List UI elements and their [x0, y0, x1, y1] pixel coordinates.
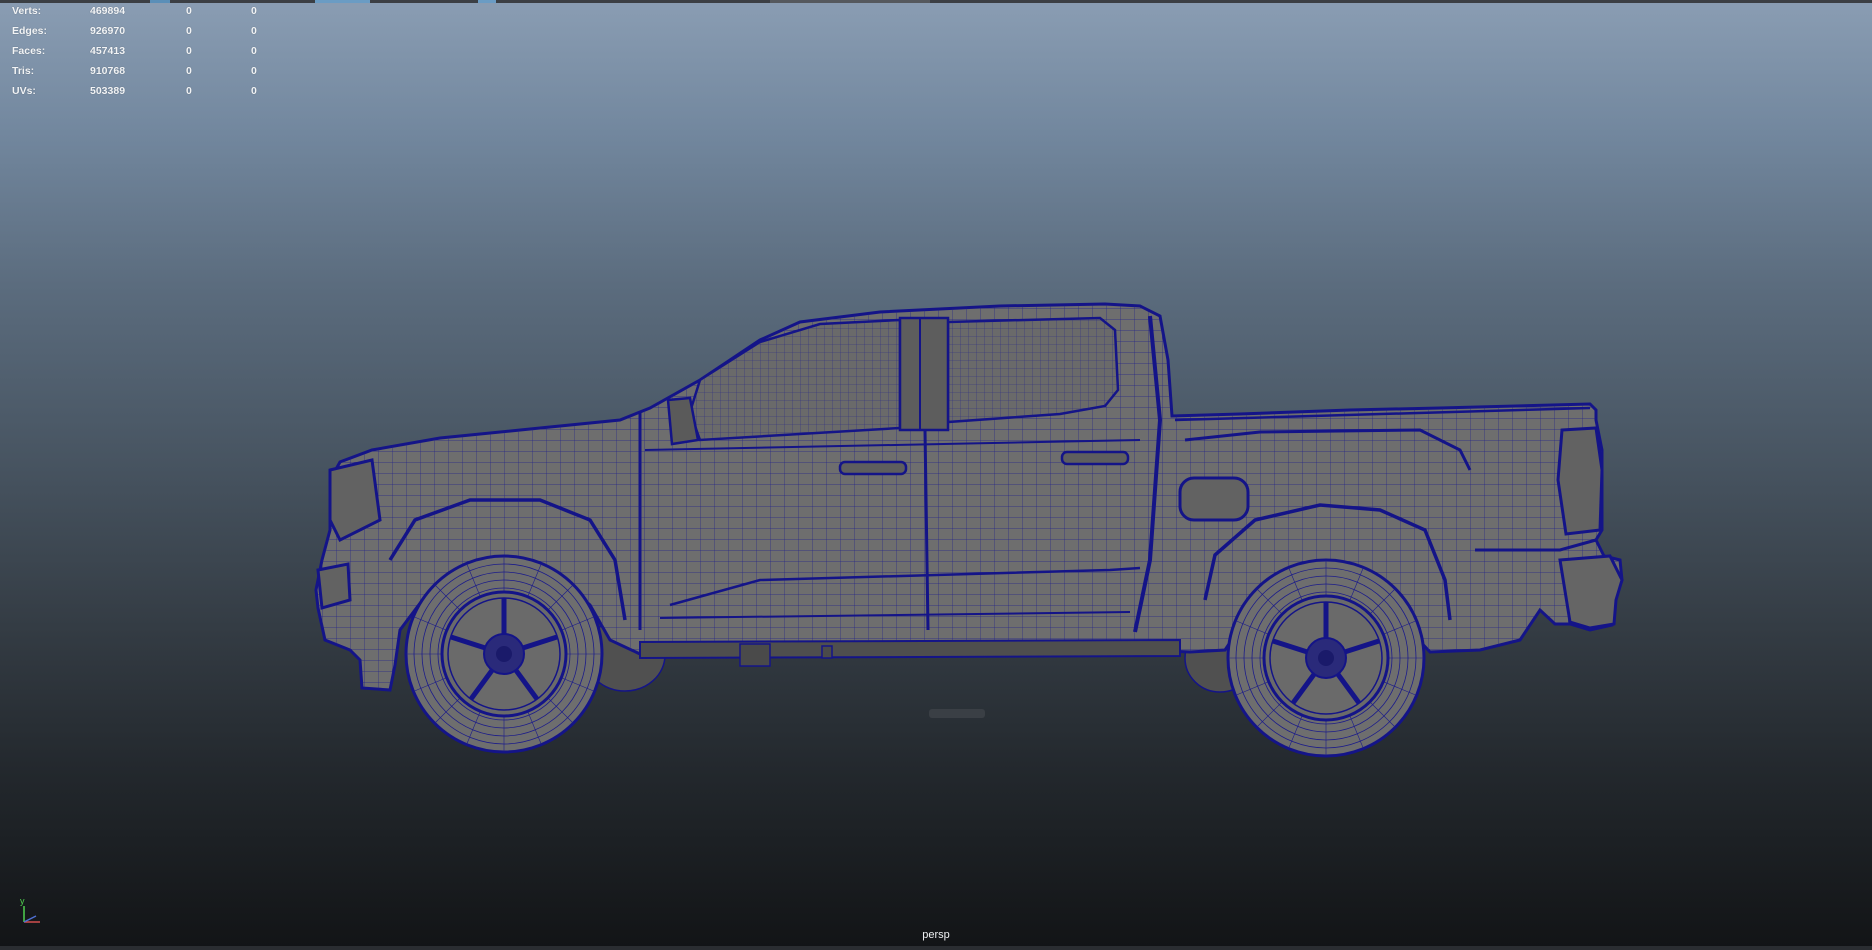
viewport-bottom-border	[0, 946, 1872, 950]
camera-name-label: persp	[922, 929, 950, 941]
truck-model-wireframe[interactable]	[0, 0, 1872, 950]
front-wheel	[404, 554, 604, 754]
axis-y-label: y	[20, 896, 25, 906]
maya-viewport[interactable]: Verts: 469894 0 0 Edges: 926970 0 0 Face…	[0, 0, 1872, 950]
ground-marker	[929, 709, 985, 718]
rear-wheel	[1226, 558, 1426, 758]
axis-gizmo-icon: y	[20, 896, 40, 923]
